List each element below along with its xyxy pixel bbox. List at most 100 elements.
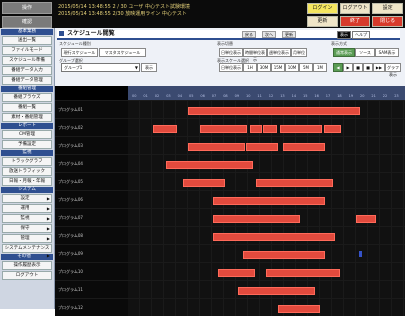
- sidebar-item[interactable]: 番組ブラウズ: [2, 93, 52, 102]
- sidebar-item[interactable]: 番組一覧: [2, 103, 52, 112]
- update-button[interactable]: 更新: [282, 31, 296, 38]
- status-line-1: 2015/05/14 13:48:55 2 / 30 ユーザ 中心テスト試験環境: [58, 4, 190, 10]
- nav-stop-button[interactable]: ■: [353, 63, 363, 72]
- settings-button[interactable]: 設定: [372, 3, 403, 14]
- schedule-bar[interactable]: [238, 287, 315, 295]
- gantt-hour-tick: 16: [314, 94, 319, 98]
- sidebar-item[interactable]: スケジュール準備: [2, 56, 52, 65]
- display-hour-button[interactable]: 時間単位表示: [243, 48, 267, 62]
- gantt-hour-tick: 08: [223, 94, 228, 98]
- next-button[interactable]: 次へ: [262, 31, 276, 38]
- source-mode-button[interactable]: ソース: [355, 48, 375, 57]
- schedule-bar[interactable]: [188, 143, 245, 151]
- schedule-bar[interactable]: [166, 161, 253, 169]
- schedule-bar[interactable]: [243, 251, 325, 259]
- gantt-hour-tick: 11: [257, 94, 262, 98]
- sidebar-item[interactable]: 放送トラフィック: [2, 167, 52, 176]
- schedule-bar[interactable]: [278, 305, 320, 313]
- schedule-bar[interactable]: [246, 143, 278, 151]
- sidebar-item[interactable]: ファイルモード: [2, 46, 52, 55]
- schedule-bar[interactable]: [266, 269, 340, 277]
- current-schedule-button[interactable]: 現行スケジュール: [61, 48, 98, 57]
- range-15m-button[interactable]: 15M: [271, 63, 285, 72]
- gantt-hour-tick: 15: [303, 94, 308, 98]
- top-left-button-2[interactable]: 確認: [2, 16, 52, 28]
- schedule-bar[interactable]: [213, 233, 335, 241]
- schedule-bar[interactable]: [218, 269, 255, 277]
- nav-fast-button[interactable]: ▶▶: [373, 63, 385, 72]
- controls-area: スケジュール種別 現行スケジュール マスタスケジュール グループ選択 グループ1…: [59, 41, 401, 77]
- tab-help[interactable]: ヘルプ: [352, 31, 370, 39]
- gantt-hour-tick: 00: [132, 94, 137, 98]
- group-select[interactable]: グループ1: [61, 63, 140, 72]
- sidebar-item[interactable]: 素材・番組管理: [2, 113, 52, 122]
- schedule-bar[interactable]: [280, 125, 322, 133]
- nav-square-button[interactable]: ■: [363, 63, 373, 72]
- close-button[interactable]: 閉じる: [372, 16, 403, 27]
- sidebar-section-title: 監視: [1, 150, 53, 156]
- range-10m-button[interactable]: 10M: [285, 63, 299, 72]
- sidebar-item[interactable]: 管理: [2, 234, 52, 243]
- range-30m-button[interactable]: 30M: [257, 63, 271, 72]
- top-left-button-1[interactable]: 操作: [2, 2, 52, 14]
- sidebar-item[interactable]: ログアウト: [2, 271, 52, 280]
- schedule-bar[interactable]: [324, 125, 341, 133]
- graph-view-button[interactable]: グラフ表示: [385, 63, 401, 77]
- status-line-2: 2015/05/14 13:48:55 2/30 放映運用ライン 中心テスト: [58, 11, 187, 17]
- main-content: スケジュール閲覧 戻る 次へ 更新 表示 ヘルプ スケジュール種別 現行スケジュ…: [55, 28, 405, 316]
- sidebar-item[interactable]: 番組データ管理: [2, 76, 52, 85]
- gantt-row-label: プログラム07: [55, 209, 130, 226]
- nav-prev-button[interactable]: ◀: [333, 63, 343, 72]
- login-button[interactable]: ログイン: [307, 3, 338, 14]
- range-1m-button[interactable]: 1M: [313, 63, 327, 72]
- schedule-bar[interactable]: [183, 179, 225, 187]
- sidebar-item[interactable]: 設定: [2, 194, 52, 203]
- gantt-row: プログラム05: [55, 172, 405, 191]
- display-day-button[interactable]: 日単位表示: [219, 48, 243, 57]
- logout-button[interactable]: ログアウト: [339, 3, 371, 14]
- schedule-bar[interactable]: [256, 179, 333, 187]
- master-schedule-button[interactable]: マスタスケジュール: [99, 48, 146, 57]
- end-button[interactable]: 終了: [339, 16, 371, 27]
- gantt-row-label: プログラム05: [55, 173, 130, 190]
- sidebar-item[interactable]: 運用: [2, 204, 52, 213]
- nav-next-button[interactable]: ▶: [343, 63, 353, 72]
- schedule-bar[interactable]: [188, 107, 360, 115]
- schedule-bar[interactable]: [200, 125, 247, 133]
- page-title-bar: スケジュール閲覧 戻る 次へ 更新 表示 ヘルプ: [57, 30, 400, 40]
- schedule-bar[interactable]: [153, 125, 177, 133]
- schedule-bar[interactable]: [213, 197, 325, 205]
- sidebar-item[interactable]: CM管理: [2, 130, 52, 139]
- display-week-button[interactable]: 週単位表示: [267, 48, 291, 57]
- schedule-bar[interactable]: [213, 215, 300, 223]
- normal-mode-button[interactable]: 通常表示: [333, 48, 355, 57]
- gantt-row: プログラム11: [55, 280, 405, 299]
- tab-display[interactable]: 表示: [337, 31, 351, 39]
- sidebar-item[interactable]: 操作履歴表示: [2, 261, 52, 270]
- sidebar-item[interactable]: 保守: [2, 224, 52, 233]
- display-month-button[interactable]: 月単位: [291, 48, 307, 57]
- gantt-row: プログラム01: [55, 100, 405, 119]
- sidebar-item[interactable]: 番組データ入力: [2, 66, 52, 75]
- sam-mode-button[interactable]: SAM表示: [375, 48, 399, 57]
- sidebar-item[interactable]: トラックグラフ: [2, 157, 52, 166]
- sidebar-item[interactable]: 日報・月報・年報: [2, 177, 52, 186]
- schedule-bar[interactable]: [263, 125, 277, 133]
- schedule-bar[interactable]: [283, 143, 325, 151]
- sidebar-item[interactable]: システムメンテナンス: [2, 244, 52, 253]
- range-1h-button[interactable]: 1H: [243, 63, 257, 72]
- schedule-bar[interactable]: [250, 125, 262, 133]
- sidebar-item[interactable]: 監視: [2, 214, 52, 223]
- refresh-button[interactable]: 更新: [307, 16, 338, 27]
- group-apply-button[interactable]: 表示: [141, 63, 157, 72]
- sidebar-item[interactable]: 送出一覧: [2, 36, 52, 45]
- schedule-bar[interactable]: [356, 215, 376, 223]
- range-day-button[interactable]: 日単位表示: [219, 63, 243, 72]
- gantt-row-grid: [128, 119, 405, 136]
- gantt-row: プログラム06: [55, 190, 405, 209]
- gantt-hour-tick: 20: [360, 94, 365, 98]
- sidebar-item[interactable]: 予備設定: [2, 140, 52, 149]
- back-button[interactable]: 戻る: [242, 31, 256, 38]
- range-5m-button[interactable]: 5M: [299, 63, 313, 72]
- gantt-row-grid: [128, 281, 405, 298]
